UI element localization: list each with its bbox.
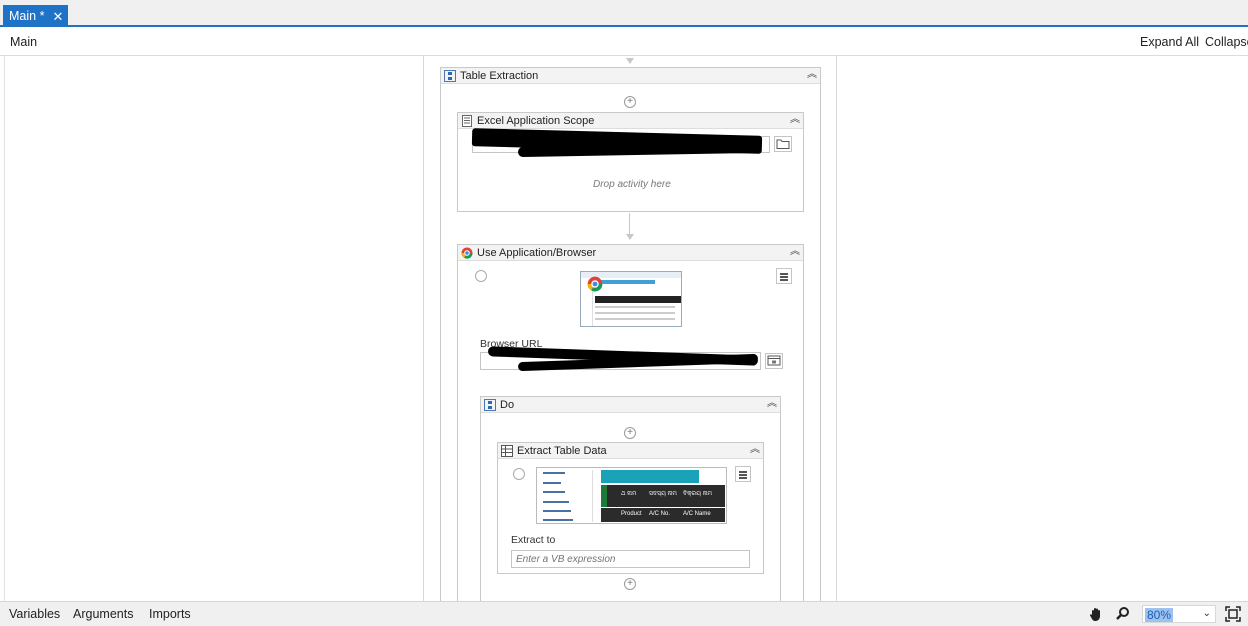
browser-screenshot-thumbnail[interactable] — [580, 271, 682, 327]
preview-column-ac-no: A/C No. — [649, 511, 671, 517]
collapse-chevron-icon[interactable]: ︽ — [790, 246, 800, 258]
drop-activity-hint: Drop activity here — [593, 179, 671, 190]
chevron-down-icon: ⌄ — [1202, 608, 1211, 619]
variables-panel-button[interactable]: Variables — [9, 607, 60, 621]
target-indicator-icon[interactable] — [513, 468, 525, 480]
excel-scope-title: Excel Application Scope — [477, 114, 595, 127]
add-activity-plus-icon[interactable]: + — [624, 96, 636, 108]
collapse-chevron-icon[interactable]: ︽ — [807, 69, 817, 81]
table-preview-thumbnail[interactable]: ଥ ନାମ ସଦସ୍ୟ ନାମ ବିକ୍ରୟ ନାମ Product A/C N… — [536, 467, 727, 524]
tab-main-label: Main * — [9, 9, 45, 23]
chrome-icon — [461, 247, 473, 259]
zoom-icon[interactable] — [1115, 606, 1131, 622]
extract-to-field[interactable] — [511, 550, 750, 568]
folder-icon — [776, 139, 790, 149]
connector-line — [629, 213, 630, 235]
arguments-panel-button[interactable]: Arguments — [73, 607, 133, 621]
table-extract-icon — [501, 444, 513, 457]
excel-application-scope[interactable]: Excel Application Scope ︽ Drop activity … — [457, 112, 804, 212]
collapse-chevron-icon[interactable]: ︽ — [790, 114, 800, 126]
fit-to-screen-icon[interactable] — [1225, 606, 1241, 622]
zoom-level-select[interactable]: 80% ⌄ — [1142, 605, 1216, 623]
add-activity-plus-icon[interactable]: + — [624, 427, 636, 439]
preview-column-product: Product — [621, 511, 642, 517]
connector-arrow — [626, 234, 634, 240]
extract-table-title: Extract Table Data — [517, 444, 607, 457]
status-bar: Variables Arguments Imports 80% ⌄ — [0, 601, 1248, 626]
zoom-level-value: 80% — [1145, 608, 1174, 622]
extract-table-data[interactable]: Extract Table Data ︽ ଥ ନାମ ସଦସ୍ୟ ନାମ ବିକ… — [497, 442, 764, 574]
do-title: Do — [500, 398, 515, 411]
document-tab-strip: Main * ✕ — [0, 0, 1248, 27]
designer-canvas[interactable]: Table Extraction ︽ + Excel Application S… — [4, 56, 1248, 601]
use-browser-title: Use Application/Browser — [477, 246, 597, 259]
table-extraction-header: Table Extraction ︽ — [441, 68, 820, 84]
browse-folder-button[interactable] — [774, 136, 792, 152]
expand-all-button[interactable]: Expand All — [1140, 35, 1199, 49]
preview-header-cell: ସଦସ୍ୟ ନାମ — [649, 491, 677, 497]
sequence-icon — [444, 69, 456, 82]
excel-scope-icon — [461, 114, 473, 127]
hamburger-menu-icon[interactable] — [776, 268, 792, 284]
breadcrumb[interactable]: Main — [10, 35, 37, 49]
hamburger-menu-icon[interactable] — [735, 466, 751, 482]
do-header: Do ︽ — [481, 397, 780, 413]
collapse-all-button[interactable]: Collapse All — [1205, 35, 1248, 49]
preview-header-cell: ଥ ନାମ — [621, 491, 637, 497]
extract-table-header: Extract Table Data ︽ — [498, 443, 763, 459]
target-indicator-icon[interactable] — [475, 270, 487, 282]
table-extraction-title: Table Extraction — [460, 69, 539, 82]
window-icon — [767, 355, 781, 366]
hand-pan-icon[interactable] — [1088, 606, 1104, 622]
preview-header-cell: ବିକ୍ରୟ ନାମ — [683, 491, 713, 497]
use-browser-header: Use Application/Browser ︽ — [458, 245, 803, 261]
preview-column-ac-name: A/C Name — [683, 511, 711, 517]
sequence-icon — [484, 398, 496, 411]
collapse-chevron-icon[interactable]: ︽ — [750, 444, 760, 456]
browser-url-picker-button[interactable] — [765, 353, 783, 369]
add-activity-plus-icon[interactable]: + — [624, 578, 636, 590]
excel-scope-header: Excel Application Scope ︽ — [458, 113, 803, 129]
connector-arrow — [626, 58, 634, 64]
breadcrumb-bar: Main Expand All Collapse All — [0, 27, 1248, 56]
close-icon[interactable]: ✕ — [52, 10, 63, 23]
collapse-chevron-icon[interactable]: ︽ — [767, 398, 777, 410]
imports-panel-button[interactable]: Imports — [149, 607, 191, 621]
extract-to-label: Extract to — [511, 534, 556, 546]
tab-main[interactable]: Main * ✕ — [3, 5, 68, 27]
chrome-icon — [587, 276, 603, 292]
designer-window: Main * ✕ Main Expand All Collapse All Ta… — [0, 0, 1248, 626]
